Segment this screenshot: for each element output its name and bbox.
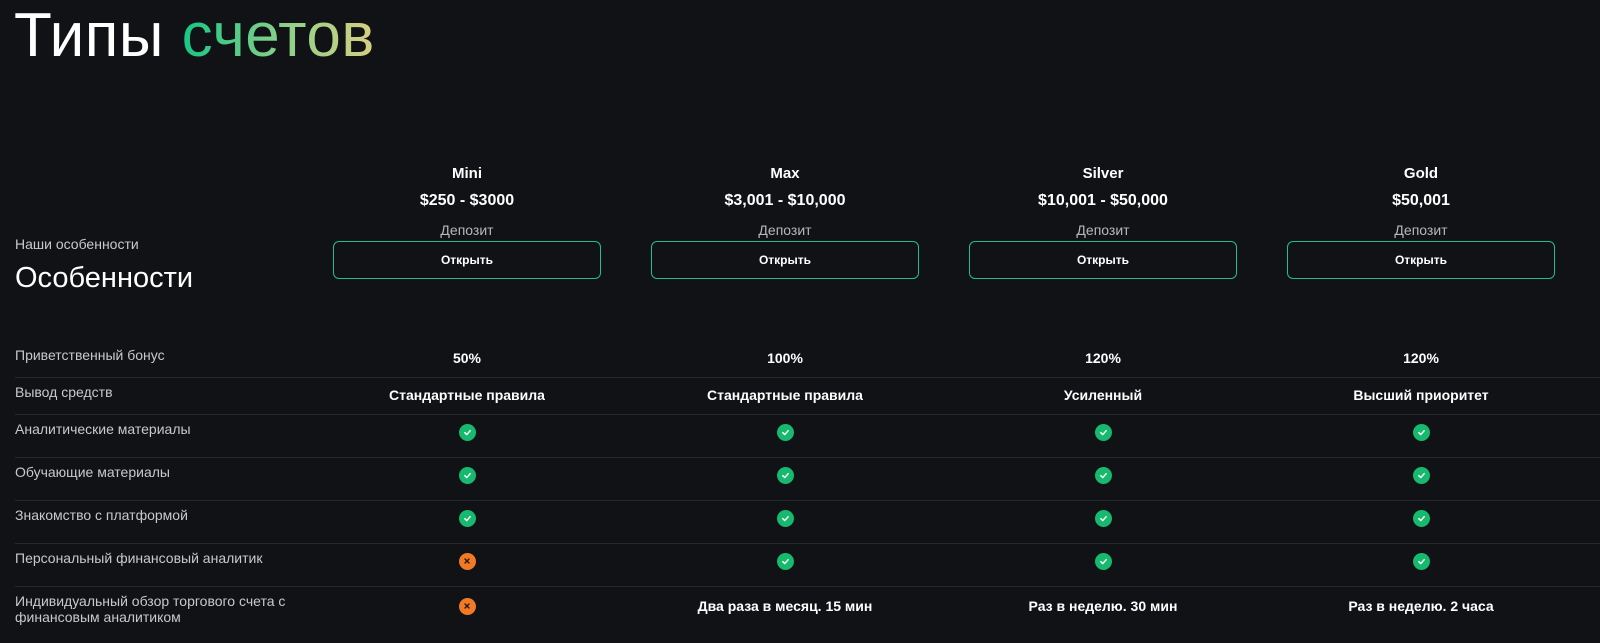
features-heading: Наши особенности Особенности [15, 236, 193, 295]
feature-value-mini [333, 508, 601, 528]
features-title: Особенности [15, 262, 194, 294]
feature-label: Персональный финансовый аналитик [15, 550, 263, 566]
feature-value-mini [333, 551, 601, 571]
check-icon [776, 466, 794, 484]
plan-name: Gold [1403, 165, 1439, 182]
plan-deposit-range: $50,001 [1392, 192, 1450, 209]
check-icon [1094, 552, 1112, 570]
feature-value-mini [333, 465, 601, 485]
plan-name: Max [770, 165, 800, 182]
check-icon [1412, 509, 1430, 527]
cross-icon [458, 597, 476, 615]
table-row: Приветственный бонус 50% 100% 120% 120% [15, 340, 1600, 378]
feature-value-mini [333, 596, 601, 616]
table-row: Знакомство с платформой [15, 500, 1600, 544]
plan-max: Max $3,001 - $10,000 Депозит Открыть [651, 163, 919, 279]
cross-icon [458, 552, 476, 570]
plan-mini: Mini $250 - $3000 Депозит Открыть [333, 163, 601, 279]
feature-value-max: 100% [767, 350, 803, 366]
feature-value-max [651, 422, 919, 442]
check-icon [458, 509, 476, 527]
page-title-main: Типы [14, 1, 164, 70]
page-title: Типы счетов [14, 0, 375, 74]
check-icon [1094, 509, 1112, 527]
feature-value-silver [969, 508, 1237, 528]
plan-deposit-range: $3,001 - $10,000 [724, 192, 846, 209]
feature-value-max [651, 551, 919, 571]
table-row: Вывод средств Стандартные правила Стандарт… [15, 377, 1600, 415]
feature-value-max: Два раза в месяц. 15 мин [697, 598, 873, 614]
feature-value-mini [333, 422, 601, 442]
plan-deposit-label: Депозит [1076, 222, 1130, 238]
feature-value-max [651, 508, 919, 528]
feature-label: Обучающие материалы [15, 464, 170, 480]
feature-value-gold: Раз в неделю. 2 часа [1348, 598, 1494, 614]
check-icon [1412, 552, 1430, 570]
feature-value-max: Стандартные правила [707, 387, 863, 403]
table-row: Аналитические материалы [15, 414, 1600, 458]
plan-name: Silver [1082, 165, 1124, 182]
open-account-button-mini[interactable]: Открыть [333, 241, 601, 279]
open-account-button-silver[interactable]: Открыть [969, 241, 1237, 279]
table-row: Индивидуальный обзор торгового счета с ф… [15, 586, 1600, 643]
open-account-button-gold[interactable]: Открыть [1287, 241, 1555, 279]
feature-label: Знакомство с платформой [15, 507, 188, 523]
page-title-accent: счетов [181, 1, 375, 70]
feature-value-mini: 50% [452, 350, 482, 366]
open-account-button-max[interactable]: Открыть [651, 241, 919, 279]
feature-value-mini: Стандартные правила [389, 387, 545, 403]
check-icon [1094, 466, 1112, 484]
feature-value-gold [1287, 465, 1555, 485]
check-icon [776, 423, 794, 441]
table-row: Обучающие материалы [15, 457, 1600, 501]
feature-value-gold [1287, 551, 1555, 571]
features-subtitle: Наши особенности [15, 236, 139, 252]
feature-value-silver [969, 465, 1237, 485]
plan-silver: Silver $10,001 - $50,000 Депозит Открыть [969, 163, 1237, 279]
plan-name: Mini [452, 165, 482, 182]
feature-label: Вывод средств [15, 384, 113, 400]
feature-value-gold [1287, 508, 1555, 528]
feature-value-silver [969, 551, 1237, 571]
feature-value-gold: 120% [1403, 350, 1439, 366]
feature-label: Индивидуальный обзор торгового счета с ф… [15, 593, 286, 625]
table-row: Персональный финансовый аналитик [15, 543, 1600, 587]
plan-deposit-label: Депозит [1394, 222, 1448, 238]
feature-value-gold [1287, 422, 1555, 442]
feature-value-silver [969, 422, 1237, 442]
plan-deposit-label: Депозит [758, 222, 812, 238]
feature-label: Приветственный бонус [15, 347, 165, 363]
check-icon [458, 423, 476, 441]
check-icon [458, 466, 476, 484]
check-icon [776, 552, 794, 570]
feature-value-silver: Раз в неделю. 30 мин [1028, 598, 1178, 614]
plan-deposit-range: $250 - $3000 [419, 192, 515, 209]
feature-label: Аналитические материалы [15, 421, 191, 437]
check-icon [1412, 423, 1430, 441]
plan-deposit-range: $10,001 - $50,000 [1038, 192, 1168, 209]
feature-value-max [651, 465, 919, 485]
plan-gold: Gold $50,001 Депозит Открыть [1287, 163, 1555, 279]
check-icon [1094, 423, 1112, 441]
plan-deposit-label: Депозит [440, 222, 494, 238]
feature-value-silver: 120% [1085, 350, 1121, 366]
check-icon [776, 509, 794, 527]
feature-value-gold: Высший приоритет [1353, 387, 1489, 403]
check-icon [1412, 466, 1430, 484]
feature-value-silver: Усиленный [1063, 387, 1143, 403]
